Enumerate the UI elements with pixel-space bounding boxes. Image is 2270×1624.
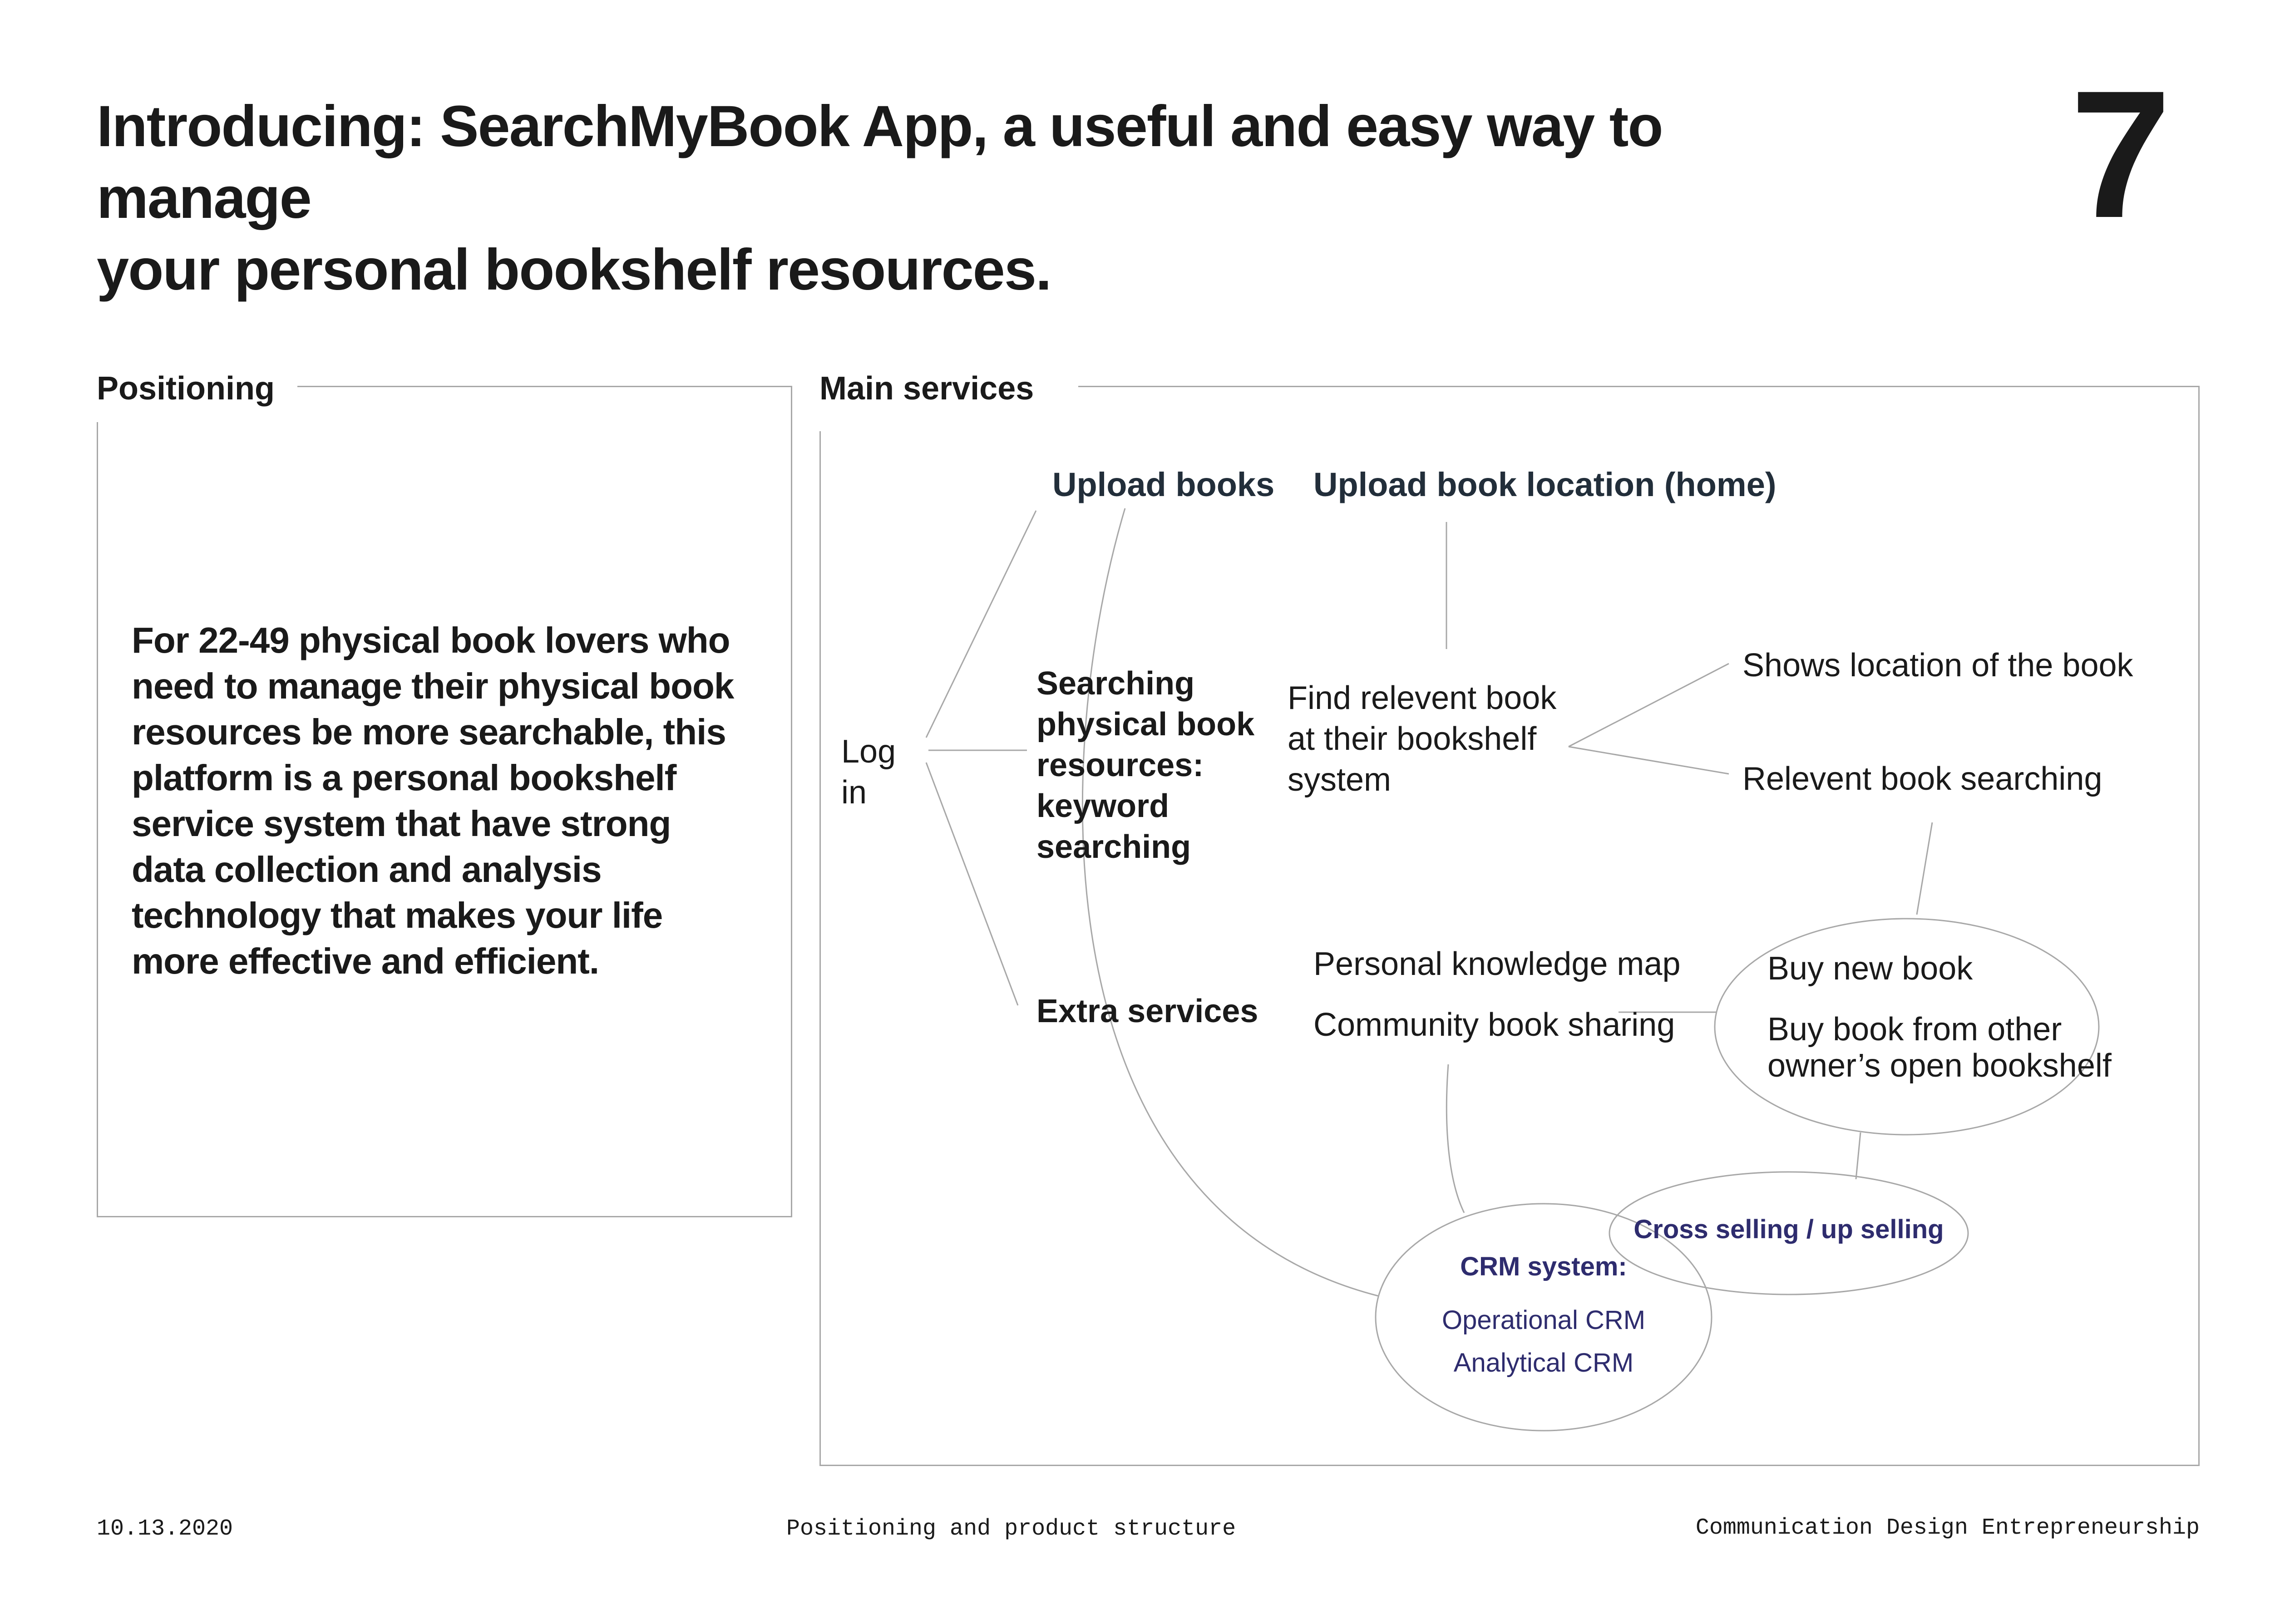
footer-center: Positioning and product structure [786,1516,1236,1542]
footer-right: Communication Design Entrepreneurship [1695,1515,2200,1541]
cross-selling-label: Cross selling / up selling [1633,1215,1944,1244]
crm-operational: Operational CRM [1442,1305,1645,1335]
buy-other-line: Buy book from other [1767,1011,2062,1048]
connector-login-upload [925,510,1037,738]
login-line: Log [841,733,896,770]
crm-title: CRM system: [1460,1252,1627,1281]
footer-date: 10.13.2020 [97,1516,233,1542]
upload-books-label: Upload books [1052,466,1274,503]
buy-new-label: Buy new book [1767,950,1973,987]
connector-login-extra [925,762,1019,1006]
buy-other-label: Buy book from other owner’s open bookshe… [1767,1011,2112,1084]
extra-services-label: Extra services [1036,993,1258,1029]
crm-analytical: Analytical CRM [1454,1348,1633,1378]
searching-line: keyword [1036,788,1169,824]
connector-buy-cross [1855,1132,1861,1180]
connector-community-crm [1446,1064,1465,1213]
knowledge-map-label: Personal knowledge map [1313,946,1681,982]
upload-location-label: Upload book location (home) [1313,466,1777,503]
find-book-label: Find relevent book at their bookshelf sy… [1288,680,1565,798]
connector-relevent-buy [1916,822,1933,915]
find-line: at their bookshelf [1288,721,1537,757]
community-sharing-label: Community book sharing [1313,1007,1675,1043]
find-line: Find relevent book [1288,680,1557,716]
searching-line: physical book [1036,706,1255,743]
find-line: system [1288,762,1391,798]
login-line: in [841,774,867,811]
relevent-searching-label: Relevent book searching [1742,761,2102,797]
shows-location-label: Shows location of the book [1742,647,2134,684]
connector-find-relevent [1568,746,1729,775]
searching-label: Searching physical book resources: keywo… [1036,665,1263,865]
login-label: Log in [841,733,905,811]
connector-find-shows [1568,663,1729,748]
searching-line: searching [1036,829,1191,865]
searching-line: resources: [1036,747,1204,783]
connector-upload-crm-arc [1081,508,1378,1297]
searching-line: Searching [1036,665,1194,702]
buy-other-line: owner’s open bookshelf [1767,1048,2112,1084]
services-diagram: Log in Upload books Upload book location… [841,466,2134,1432]
